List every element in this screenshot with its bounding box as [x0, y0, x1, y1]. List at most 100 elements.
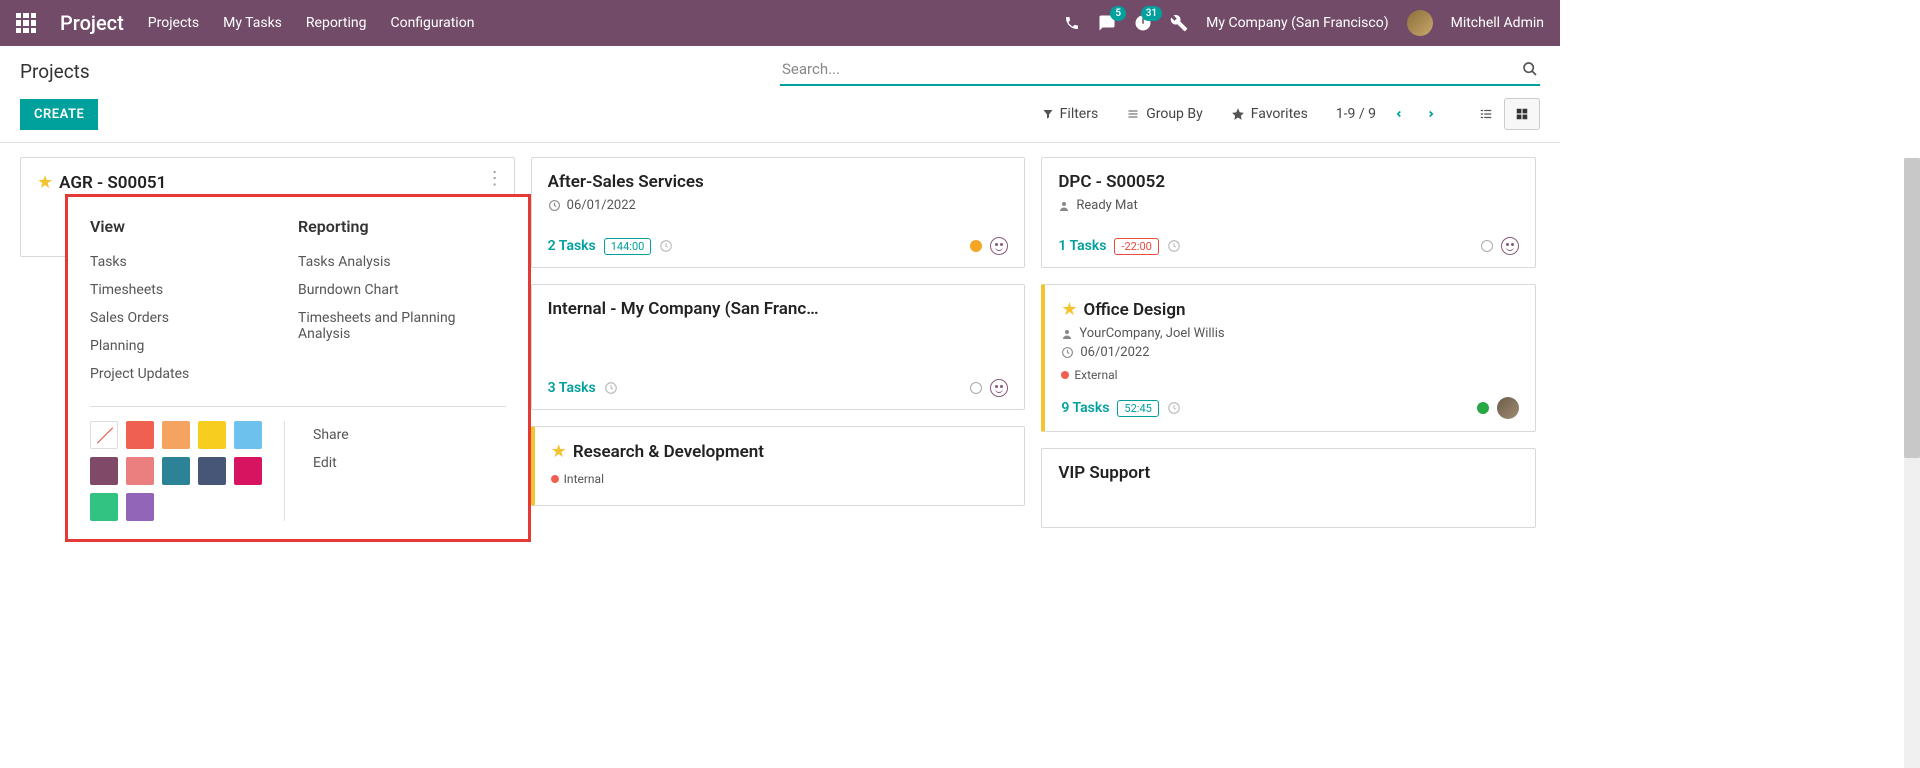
pager-next[interactable] — [1422, 103, 1440, 125]
scrollbar-thumb[interactable] — [1904, 158, 1920, 458]
card-menu-button[interactable]: ⋮ — [486, 168, 504, 189]
popover-project-updates[interactable]: Project Updates — [90, 360, 298, 388]
clock-icon — [1167, 401, 1181, 415]
filters-menu[interactable]: Filters — [1042, 106, 1099, 122]
status-dot[interactable] — [1481, 240, 1493, 252]
search-bar[interactable] — [780, 56, 1540, 86]
popover-timesheets-planning[interactable]: Timesheets and Planning Analysis — [298, 304, 506, 348]
satisfaction-icon[interactable] — [1501, 237, 1519, 255]
color-swatch[interactable] — [234, 421, 262, 449]
chat-badge: 5 — [1110, 6, 1126, 21]
color-swatch[interactable] — [126, 457, 154, 485]
popover-tasks-analysis[interactable]: Tasks Analysis — [298, 248, 506, 276]
color-swatch[interactable] — [198, 457, 226, 485]
card-title: After-Sales Services — [548, 172, 704, 192]
kanban-column-1: ★ AGR - S00051 ⋮ View Tasks Timesheets S… — [20, 157, 515, 599]
kanban-board: ★ AGR - S00051 ⋮ View Tasks Timesheets S… — [0, 143, 1560, 613]
satisfaction-icon[interactable] — [990, 379, 1008, 397]
tag-external: External — [1061, 368, 1117, 382]
color-swatch[interactable] — [126, 493, 154, 521]
clock-icon — [604, 381, 618, 395]
project-card-vip[interactable]: VIP Support — [1041, 448, 1536, 528]
nav-reporting[interactable]: Reporting — [306, 15, 367, 31]
project-quick-menu: View Tasks Timesheets Sales Orders Plann… — [65, 194, 531, 542]
assignee-avatar[interactable] — [1497, 397, 1519, 419]
search-icon[interactable] — [1520, 61, 1540, 77]
activity-icon[interactable]: 31 — [1134, 14, 1152, 32]
search-input[interactable] — [780, 56, 1520, 82]
star-icon[interactable]: ★ — [37, 172, 53, 193]
view-switcher — [1468, 98, 1540, 130]
color-picker — [90, 421, 262, 521]
project-card-internal[interactable]: Internal - My Company (San Franc… 3 Task… — [531, 284, 1026, 410]
popover-edit[interactable]: Edit — [313, 449, 506, 477]
star-icon[interactable]: ★ — [1061, 299, 1077, 320]
scrollbar[interactable] — [1904, 158, 1920, 768]
clock-icon — [1061, 346, 1074, 359]
filters-label: Filters — [1060, 106, 1099, 122]
tasks-count[interactable]: 1 Tasks — [1058, 238, 1106, 254]
color-swatch[interactable] — [90, 493, 118, 521]
user-avatar[interactable] — [1407, 10, 1433, 36]
create-button[interactable]: CREATE — [20, 99, 98, 130]
list-view-button[interactable] — [1468, 98, 1504, 130]
kanban-view-button[interactable] — [1504, 98, 1540, 130]
popover-tasks[interactable]: Tasks — [90, 248, 298, 276]
time-badge: 144:00 — [604, 238, 652, 255]
project-card-office-design[interactable]: ★ Office Design YourCompany, Joel Willis… — [1041, 284, 1536, 432]
nav-configuration[interactable]: Configuration — [390, 15, 474, 31]
project-card-after-sales[interactable]: After-Sales Services 06/01/2022 2 Tasks … — [531, 157, 1026, 268]
app-brand[interactable]: Project — [60, 11, 124, 35]
list-icon — [1126, 108, 1140, 120]
card-title: VIP Support — [1058, 463, 1150, 483]
popover-share[interactable]: Share — [313, 421, 506, 449]
project-card-research[interactable]: ★ Research & Development Internal — [531, 426, 1026, 506]
color-swatch[interactable] — [234, 457, 262, 485]
tasks-count[interactable]: 2 Tasks — [548, 238, 596, 254]
project-card-dpc[interactable]: DPC - S00052 Ready Mat 1 Tasks -22:00 — [1041, 157, 1536, 268]
user-menu[interactable]: Mitchell Admin — [1451, 15, 1544, 31]
favorites-menu[interactable]: Favorites — [1231, 106, 1308, 122]
card-customer: Ready Mat — [1076, 198, 1137, 213]
tasks-count[interactable]: 9 Tasks — [1061, 400, 1109, 416]
color-swatch[interactable] — [126, 421, 154, 449]
color-swatch[interactable] — [162, 421, 190, 449]
status-dot[interactable] — [1477, 402, 1489, 414]
popover-burndown-chart[interactable]: Burndown Chart — [298, 276, 506, 304]
status-dot[interactable] — [970, 240, 982, 252]
chat-icon[interactable]: 5 — [1098, 14, 1116, 32]
company-selector[interactable]: My Company (San Francisco) — [1206, 15, 1388, 31]
debug-icon[interactable] — [1170, 14, 1188, 32]
popover-view-heading: View — [90, 217, 298, 236]
pager-prev[interactable] — [1390, 103, 1408, 125]
popover-sales-orders[interactable]: Sales Orders — [90, 304, 298, 332]
kanban-column-2: After-Sales Services 06/01/2022 2 Tasks … — [531, 157, 1026, 599]
control-panel: Projects CREATE Filters Group By Favorit… — [0, 46, 1560, 143]
kanban-view-icon — [1514, 107, 1530, 121]
color-swatch[interactable] — [162, 457, 190, 485]
phone-icon[interactable] — [1064, 15, 1080, 31]
favorites-label: Favorites — [1251, 106, 1308, 122]
card-customer: YourCompany, Joel Willis — [1079, 326, 1224, 341]
card-date: 06/01/2022 — [567, 198, 636, 213]
time-badge: -22:00 — [1114, 238, 1158, 255]
status-dot[interactable] — [970, 382, 982, 394]
groupby-menu[interactable]: Group By — [1126, 106, 1203, 122]
popover-timesheets[interactable]: Timesheets — [90, 276, 298, 304]
nav-my-tasks[interactable]: My Tasks — [223, 15, 282, 31]
star-icon[interactable]: ★ — [551, 441, 567, 462]
clock-icon — [659, 239, 673, 253]
color-swatch[interactable] — [90, 457, 118, 485]
funnel-icon — [1042, 108, 1054, 120]
activity-badge: 31 — [1141, 6, 1162, 21]
color-swatch[interactable] — [198, 421, 226, 449]
satisfaction-icon[interactable] — [990, 237, 1008, 255]
card-title: Internal - My Company (San Franc… — [548, 299, 819, 319]
nav-projects[interactable]: Projects — [148, 15, 199, 31]
project-card-agr[interactable]: ★ AGR - S00051 ⋮ View Tasks Timesheets S… — [20, 157, 515, 257]
popover-planning[interactable]: Planning — [90, 332, 298, 360]
tag-internal: Internal — [551, 472, 604, 486]
apps-menu-icon[interactable] — [16, 13, 36, 33]
color-none[interactable] — [90, 421, 118, 449]
tasks-count[interactable]: 3 Tasks — [548, 380, 596, 396]
